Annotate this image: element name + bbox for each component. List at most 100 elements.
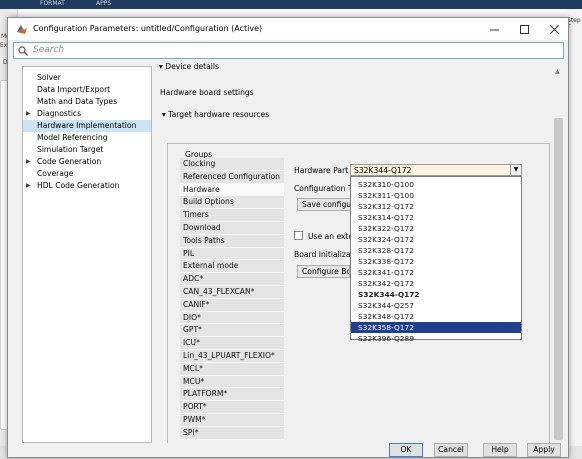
- tree-item-label: Simulation Target: [37, 145, 104, 154]
- search-input[interactable]: Search: [13, 42, 564, 59]
- minimize-button[interactable]: [479, 18, 509, 40]
- tree-item-model-referencing[interactable]: Model Referencing: [23, 132, 151, 144]
- dropdown-option-highlighted[interactable]: S32K358-Q172: [351, 322, 521, 333]
- tree-item-diagnostics[interactable]: ▶ Diagnostics: [23, 108, 151, 120]
- dropdown-option[interactable]: S32K311-Q100: [351, 190, 521, 201]
- dropdown-option[interactable]: S32K324-Q172: [351, 234, 521, 245]
- group-item-build-options[interactable]: Build Options: [180, 196, 284, 210]
- target-hardware-resources-label: Target hardware resources: [168, 110, 270, 119]
- group-item-clocking[interactable]: Clocking: [180, 158, 284, 171]
- chevron-right-icon[interactable]: ▶: [26, 180, 31, 192]
- dialog-title: Configuration Parameters: untitled/Confi…: [33, 24, 263, 33]
- minimize-icon: [489, 29, 499, 30]
- dropdown-option[interactable]: S32K328-Q172: [351, 245, 521, 256]
- board-initialization-label: Board Initializati: [294, 250, 356, 259]
- group-item-external-mode[interactable]: External mode: [180, 260, 284, 274]
- configuration-template-label: Configuration Te: [294, 184, 356, 193]
- tree-item-solver[interactable]: Solver: [23, 72, 151, 84]
- group-item-icu[interactable]: ICU*: [180, 337, 284, 350]
- group-item-referenced-configuration[interactable]: Referenced Configuration: [180, 170, 284, 184]
- tree-item-math-and-data-types[interactable]: Math and Data Types: [23, 96, 151, 108]
- configuration-parameters-dialog: Configuration Parameters: untitled/Confi…: [7, 17, 569, 458]
- dropdown-option[interactable]: S32K341-Q172: [351, 267, 521, 278]
- dropdown-option[interactable]: S32K342-Q172: [351, 278, 521, 289]
- panel-scrollbar[interactable]: ▲: [553, 66, 564, 443]
- scrollbar-thumb[interactable]: [554, 118, 563, 440]
- group-item-download[interactable]: Download: [180, 222, 284, 235]
- step-label[interactable]: Step T: [567, 17, 582, 31]
- group-item-pil[interactable]: PIL: [180, 247, 284, 261]
- dropdown-option[interactable]: S32K344-Q257: [351, 300, 521, 311]
- tree-item-label: Math and Data Types: [37, 97, 118, 106]
- matlab-icon: [17, 25, 27, 34]
- search-placeholder: Search: [33, 45, 65, 55]
- ribbon-tab-format[interactable]: FORMAT: [40, 0, 65, 7]
- dropdown-option[interactable]: S32K338-Q172: [351, 256, 521, 267]
- tree-item-label: Data Import/Export: [37, 85, 111, 94]
- dropdown-arrow-button[interactable]: ▼: [510, 165, 521, 175]
- close-button[interactable]: [539, 18, 569, 40]
- settings-panel: ▾ Device details Hardware board settings…: [153, 62, 567, 443]
- group-item-port[interactable]: PORT*: [180, 401, 284, 414]
- use-external-checkbox[interactable]: [294, 231, 303, 240]
- maximize-icon: [519, 24, 529, 34]
- tree-item-label: Code Generation: [37, 157, 102, 166]
- tree-item-label: Diagnostics: [37, 109, 82, 118]
- tree-item-hardware-implementation[interactable]: Hardware Implementation: [23, 120, 151, 132]
- group-item-lin-43-lpuart-flexio[interactable]: Lin_43_LPUART_FLEXIO*: [180, 350, 284, 363]
- target-hardware-resources-section[interactable]: ▾ Target hardware resources: [162, 110, 269, 119]
- dropdown-option[interactable]: S32K348-Q172: [351, 311, 521, 322]
- dropdown-option[interactable]: S32K396-Q289: [351, 333, 521, 344]
- scroll-up-icon[interactable]: ▲: [555, 68, 560, 75]
- group-item-spi[interactable]: SPI*: [180, 426, 284, 440]
- help-button[interactable]: Help: [483, 443, 517, 457]
- tree-item-code-generation[interactable]: ▶ Code Generation: [23, 156, 151, 168]
- group-item-tools-paths[interactable]: Tools Paths: [180, 234, 284, 248]
- chevron-right-icon[interactable]: ▶: [26, 156, 31, 168]
- close-icon: [549, 24, 559, 34]
- group-item-platform[interactable]: PLATFORM*: [180, 388, 284, 402]
- tree-item-label: Solver: [37, 73, 61, 82]
- tree-item-hdl-code-generation[interactable]: ▶ HDL Code Generation: [23, 180, 151, 192]
- device-details-label: Device details: [165, 62, 219, 71]
- tree-item-data-import-export[interactable]: Data Import/Export: [23, 84, 151, 96]
- tree-item-coverage[interactable]: Coverage: [23, 168, 151, 180]
- hardware-part-select[interactable]: S32K344-Q172 ▼: [350, 164, 522, 176]
- hardware-part-dropdown-list: S32K310-Q100 S32K311-Q100 S32K312-Q172 S…: [350, 176, 522, 343]
- group-item-mcl[interactable]: MCL*: [180, 362, 284, 376]
- tree-item-label: Model Referencing: [37, 133, 108, 142]
- save-configuration-button[interactable]: Save configura: [297, 198, 352, 211]
- maximize-button[interactable]: [509, 18, 539, 40]
- device-details-section[interactable]: ▾ Device details: [159, 62, 219, 71]
- group-item-pwm[interactable]: PWM*: [180, 414, 284, 427]
- tree-item-label: Coverage: [37, 169, 74, 178]
- groups-list: Clocking Referenced Configuration Hardwa…: [180, 158, 284, 443]
- tree-item-simulation-target[interactable]: Simulation Target: [23, 144, 151, 156]
- dropdown-option[interactable]: S32K312-Q172: [351, 201, 521, 212]
- cancel-button[interactable]: Cancel: [434, 443, 468, 457]
- dialog-title-bar[interactable]: Configuration Parameters: untitled/Confi…: [8, 18, 568, 40]
- group-item-hardware[interactable]: Hardware: [180, 183, 284, 197]
- tree-item-label: Hardware Implementation: [37, 121, 137, 130]
- apply-button[interactable]: Apply: [527, 443, 561, 457]
- group-item-canif[interactable]: CANIF*: [180, 298, 284, 312]
- search-icon: [18, 46, 28, 56]
- tree-item-label: HDL Code Generation: [37, 181, 120, 190]
- configure-board-button[interactable]: Configure Boa: [297, 265, 350, 278]
- group-item-can-43-flexcan[interactable]: CAN_43_FLEXCAN*: [180, 286, 284, 299]
- group-item-timers[interactable]: Timers: [180, 209, 284, 222]
- ribbon-tab-apps[interactable]: APPS: [96, 0, 111, 7]
- chevron-right-icon[interactable]: ▶: [26, 108, 31, 120]
- dropdown-option[interactable]: S32K322-Q172: [351, 223, 521, 234]
- group-item-gpt[interactable]: GPT*: [180, 324, 284, 338]
- dropdown-option-current[interactable]: S32K344-Q172: [351, 289, 521, 300]
- group-item-mcu[interactable]: MCU*: [180, 375, 284, 389]
- group-item-adc[interactable]: ADC*: [180, 273, 284, 286]
- group-item-dio[interactable]: DIO*: [180, 311, 284, 325]
- dialog-footer: OK Cancel Help Apply: [8, 443, 568, 458]
- ok-button[interactable]: OK: [389, 443, 423, 457]
- chevron-down-icon: ▼: [513, 166, 519, 173]
- category-tree: Solver Data Import/Export Math and Data …: [22, 66, 152, 443]
- dropdown-option[interactable]: S32K310-Q100: [351, 179, 521, 190]
- dropdown-option[interactable]: S32K314-Q172: [351, 212, 521, 223]
